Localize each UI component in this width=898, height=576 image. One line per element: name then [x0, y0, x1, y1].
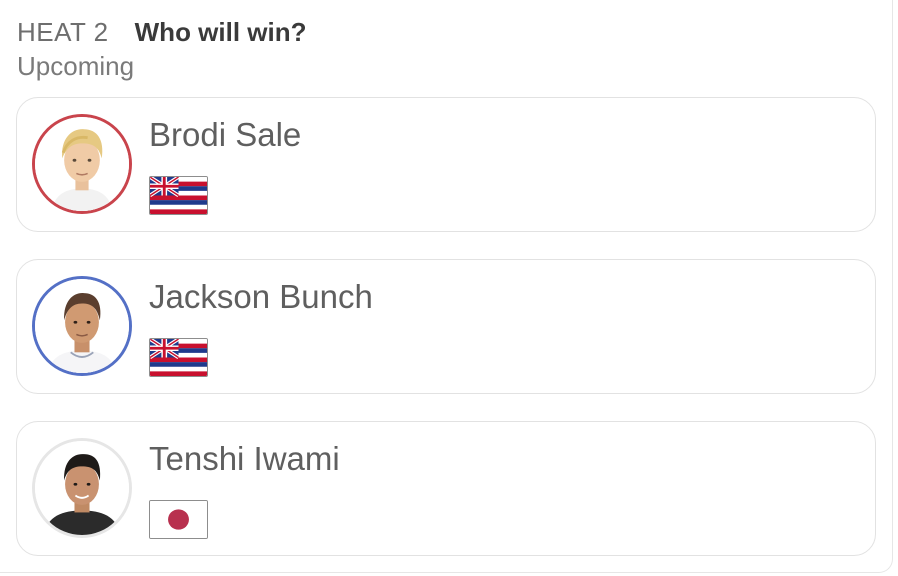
heat-header: HEAT 2 Who will win? Upcoming [17, 17, 307, 82]
surfer-name: Jackson Bunch [149, 278, 373, 315]
hawaii-flag-icon [149, 338, 208, 377]
surfer-option-card[interactable]: Jackson Bunch [16, 259, 876, 394]
surfer-avatar [32, 276, 132, 376]
heat-question: Who will win? [134, 17, 307, 47]
heat-label: HEAT 2 [17, 17, 109, 47]
surfer-option-card[interactable]: Brodi Sale [16, 97, 876, 232]
surfer-name: Tenshi Iwami [149, 440, 340, 477]
surfer-avatar [32, 438, 132, 538]
surfer-photo-icon [35, 279, 129, 373]
japan-flag-icon [149, 500, 208, 539]
heat-status: Upcoming [17, 51, 135, 81]
heat-title-row: HEAT 2 Who will win? [17, 17, 307, 49]
surfer-photo-icon [35, 441, 129, 535]
surfer-name: Brodi Sale [149, 116, 302, 153]
surfer-photo-icon [35, 117, 129, 211]
surfer-option-card[interactable]: Tenshi Iwami [16, 421, 876, 556]
hawaii-flag-icon [149, 176, 208, 215]
surfer-avatar [32, 114, 132, 214]
